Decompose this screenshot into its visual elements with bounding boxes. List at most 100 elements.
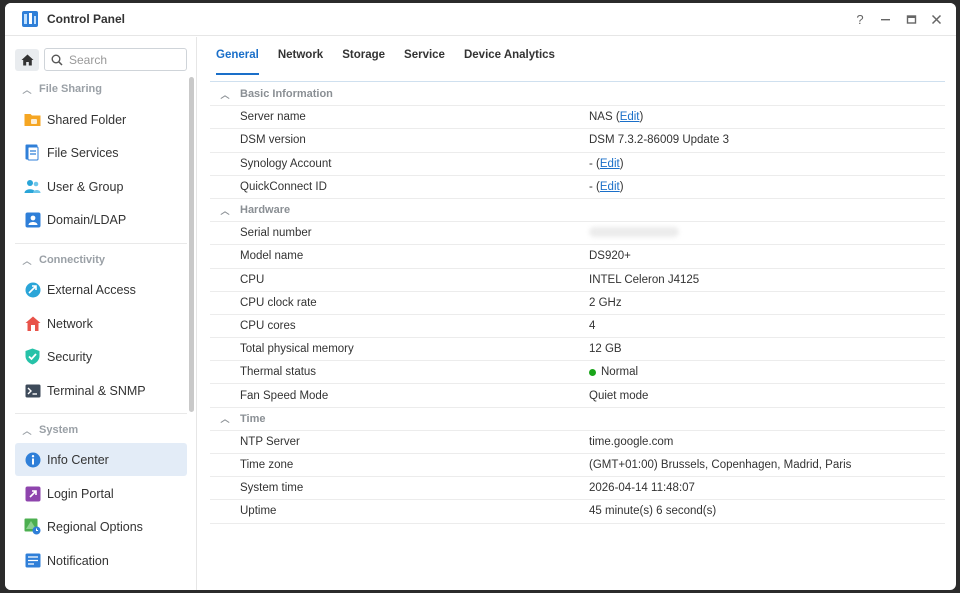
synology-account-value: - (Edit) xyxy=(589,157,624,170)
info-icon xyxy=(24,451,41,468)
chevron-up-icon: ︿ xyxy=(220,414,230,425)
server-name-value: NAS (Edit) xyxy=(589,111,644,124)
search-input[interactable]: Search xyxy=(44,48,187,71)
section-hardware[interactable]: ︿ Hardware xyxy=(210,199,945,223)
thermal-status-label: Thermal status xyxy=(240,366,317,379)
search-placeholder: Search xyxy=(69,52,108,67)
external-access-icon xyxy=(24,281,41,298)
section-system[interactable]: ︿ System xyxy=(15,419,78,441)
sidebar-item-info-center[interactable]: Info Center xyxy=(15,443,187,476)
sidebar-item-user-group[interactable]: User & Group xyxy=(15,170,187,203)
notification-icon xyxy=(24,552,41,569)
chevron-up-icon: ︿ xyxy=(22,255,32,266)
sidebar-item-domain-ldap[interactable]: Domain/LDAP xyxy=(15,203,187,236)
thermal-status-value: Normal xyxy=(589,366,638,378)
cpu-cores-label: CPU cores xyxy=(240,319,296,332)
uptime-value: 45 minute(s) 6 second(s) xyxy=(589,505,717,518)
sidebar-item-network[interactable]: Network xyxy=(15,307,187,340)
tab-device-analytics[interactable]: Device Analytics xyxy=(464,49,555,75)
serial-number-label: Serial number xyxy=(240,227,312,240)
shield-icon xyxy=(24,348,41,365)
sidebar: Search ︿ File Sharing Shared Folder File… xyxy=(5,37,197,590)
sidebar-item-regional-options[interactable]: Regional Options xyxy=(15,510,187,543)
fan-speed-value: Quiet mode xyxy=(589,389,649,402)
sidebar-item-security[interactable]: Security xyxy=(15,340,187,373)
table-row: QuickConnect ID - (Edit) xyxy=(210,176,945,199)
table-row: System time 2026-04-14 11:48:07 xyxy=(210,477,945,501)
time-zone-label: Time zone xyxy=(240,459,294,472)
tab-bar: General Network Storage Service Device A… xyxy=(216,49,574,75)
home-icon xyxy=(21,54,33,66)
table-row: Synology Account - (Edit) xyxy=(210,153,945,176)
serial-number-value xyxy=(589,226,679,240)
ntp-server-value: time.google.com xyxy=(589,435,674,448)
terminal-icon xyxy=(24,382,41,399)
server-name-label: Server name xyxy=(240,111,306,124)
main-content: General Network Storage Service Device A… xyxy=(198,37,956,590)
sidebar-divider xyxy=(15,413,187,414)
user-group-icon xyxy=(24,178,41,195)
section-connectivity[interactable]: ︿ Connectivity xyxy=(15,249,105,271)
table-row: Total physical memory 12 GB xyxy=(210,338,945,362)
sidebar-item-terminal-snmp[interactable]: Terminal & SNMP xyxy=(15,374,187,407)
home-button[interactable] xyxy=(15,49,39,71)
sidebar-scrollbar[interactable] xyxy=(189,77,194,412)
title-bar: Control Panel ? xyxy=(5,3,956,36)
sidebar-item-notification[interactable]: Notification xyxy=(15,544,187,577)
table-row: Time zone (GMT+01:00) Brussels, Copenhag… xyxy=(210,454,945,478)
memory-label: Total physical memory xyxy=(240,343,354,356)
cpu-cores-value: 4 xyxy=(589,319,596,332)
help-icon[interactable]: ? xyxy=(851,10,869,28)
edit-server-name-link[interactable]: Edit xyxy=(620,111,640,123)
quickconnect-label: QuickConnect ID xyxy=(240,180,327,193)
control-panel-icon xyxy=(22,11,38,27)
status-dot-icon xyxy=(589,368,596,376)
section-time[interactable]: ︿ Time xyxy=(210,408,945,431)
cpu-clock-label: CPU clock rate xyxy=(240,296,317,309)
system-time-value: 2026-04-14 11:48:07 xyxy=(589,482,695,495)
sidebar-item-login-portal[interactable]: Login Portal xyxy=(15,477,187,510)
tab-storage[interactable]: Storage xyxy=(342,49,385,75)
table-row: DSM version DSM 7.3.2-86009 Update 3 xyxy=(210,129,945,153)
table-row: Server name NAS (Edit) xyxy=(210,106,945,130)
file-services-icon xyxy=(24,144,41,161)
edit-quickconnect-link[interactable]: Edit xyxy=(600,181,620,193)
table-row: Uptime 45 minute(s) 6 second(s) xyxy=(210,500,945,524)
chevron-up-icon: ︿ xyxy=(220,89,230,100)
dsm-version-label: DSM version xyxy=(240,134,306,147)
ntp-server-label: NTP Server xyxy=(240,435,300,448)
cpu-value: INTEL Celeron J4125 xyxy=(589,273,700,286)
sidebar-item-file-services[interactable]: File Services xyxy=(15,136,187,169)
table-row: Fan Speed Mode Quiet mode xyxy=(210,384,945,408)
serial-redacted xyxy=(589,226,679,237)
synology-account-label: Synology Account xyxy=(240,157,332,170)
control-panel-window: Control Panel ? Search ︿ File Sharing Sh… xyxy=(5,3,956,590)
model-name-value: DS920+ xyxy=(589,250,631,263)
cpu-label: CPU xyxy=(240,273,265,286)
table-row: CPU clock rate 2 GHz xyxy=(210,292,945,315)
table-row: Thermal status Normal xyxy=(210,361,945,385)
folder-icon xyxy=(24,111,41,128)
minimize-icon[interactable] xyxy=(876,10,894,28)
tab-general[interactable]: General xyxy=(216,49,259,75)
cpu-clock-value: 2 GHz xyxy=(589,296,622,309)
sidebar-divider xyxy=(15,243,187,244)
tab-network[interactable]: Network xyxy=(278,49,323,75)
tab-service[interactable]: Service xyxy=(404,49,445,75)
edit-account-link[interactable]: Edit xyxy=(600,158,620,170)
table-row: NTP Server time.google.com xyxy=(210,431,945,454)
system-time-label: System time xyxy=(240,482,304,495)
section-basic-information[interactable]: ︿ Basic Information xyxy=(210,83,945,107)
sidebar-item-external-access[interactable]: External Access xyxy=(15,273,187,306)
table-row: CPU cores 4 xyxy=(210,315,945,339)
tab-divider xyxy=(210,81,945,82)
table-row: Serial number xyxy=(210,222,945,246)
maximize-icon[interactable] xyxy=(902,10,920,28)
info-grid: ︿ Basic Information Server name NAS (Edi… xyxy=(210,83,945,524)
memory-value: 12 GB xyxy=(589,343,622,356)
close-icon[interactable] xyxy=(927,10,945,28)
fan-speed-label: Fan Speed Mode xyxy=(240,389,329,402)
regional-icon xyxy=(24,518,41,535)
section-file-sharing[interactable]: ︿ File Sharing xyxy=(15,78,101,100)
sidebar-item-shared-folder[interactable]: Shared Folder xyxy=(15,103,187,136)
